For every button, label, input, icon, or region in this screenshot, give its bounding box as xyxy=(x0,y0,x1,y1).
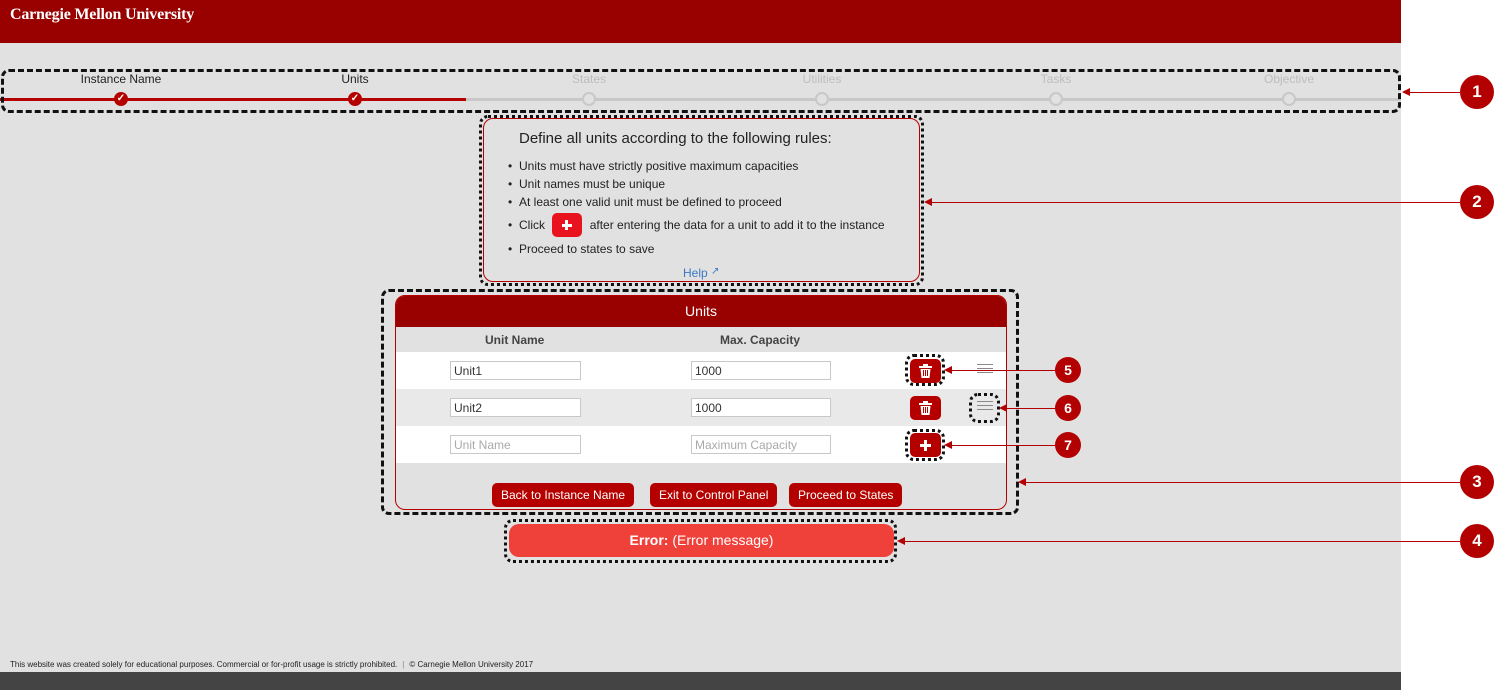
footer-notice: This website was created solely for educ… xyxy=(10,660,398,669)
bottom-bar xyxy=(0,672,1401,690)
annotation-line xyxy=(928,202,1460,203)
annotation-badge-1: 1 xyxy=(1460,75,1494,109)
annotation-badge-2: 2 xyxy=(1460,185,1494,219)
arrow-icon xyxy=(1402,88,1410,96)
arrow-icon xyxy=(1018,478,1026,486)
footer-copyright: © Carnegie Mellon University 2017 xyxy=(409,660,534,669)
top-bar: Carnegie Mellon University xyxy=(0,0,1401,43)
annotation-badge-3: 3 xyxy=(1460,465,1494,499)
callout-outline-add xyxy=(905,429,945,461)
annotation-badge-4: 4 xyxy=(1460,524,1494,558)
app-root: Carnegie Mellon University Instance Name… xyxy=(0,0,1502,690)
callout-outline-error xyxy=(504,519,897,563)
arrow-icon xyxy=(924,198,932,206)
footer: This website was created solely for educ… xyxy=(10,660,533,669)
brand-logo[interactable]: Carnegie Mellon University xyxy=(10,6,194,24)
annotation-line xyxy=(948,445,1056,446)
arrow-icon xyxy=(999,404,1007,412)
callout-outline-rules xyxy=(479,115,924,286)
callout-outline-delete xyxy=(905,354,945,386)
annotation-badge-5: 5 xyxy=(1055,357,1081,383)
arrow-icon xyxy=(944,366,952,374)
annotation-line xyxy=(901,541,1460,542)
callout-outline-stepper xyxy=(1,69,1401,113)
callout-outline-units xyxy=(381,289,1019,515)
annotation-line xyxy=(948,370,1056,371)
annotation-line xyxy=(1406,92,1460,93)
annotation-line xyxy=(1022,482,1460,483)
annotation-badge-6: 6 xyxy=(1055,395,1081,421)
footer-separator: | xyxy=(402,660,405,669)
annotation-line xyxy=(1003,408,1056,409)
annotation-badge-7: 7 xyxy=(1055,432,1081,458)
arrow-icon xyxy=(944,441,952,449)
callout-outline-drag xyxy=(969,393,1000,423)
arrow-icon xyxy=(897,537,905,545)
